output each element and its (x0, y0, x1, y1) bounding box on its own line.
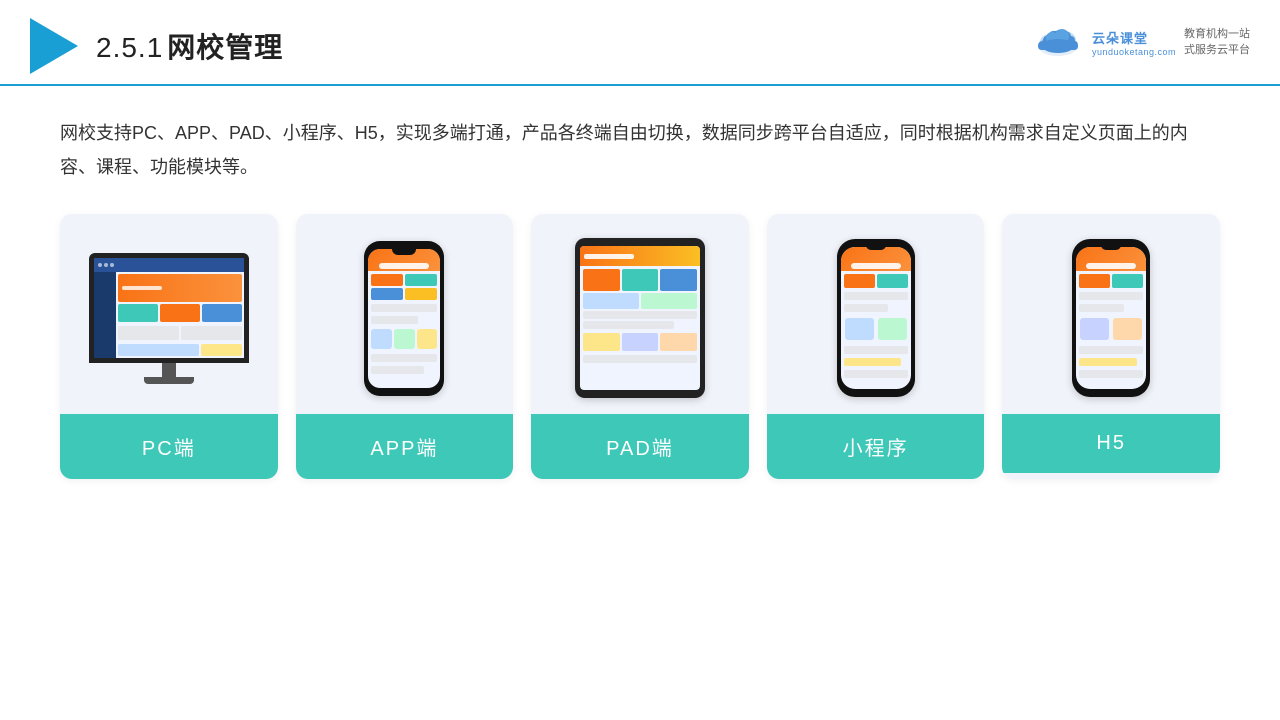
card-pc-image (60, 214, 278, 414)
card-h5-label: H5 (1002, 414, 1220, 473)
brand-logo: 云朵课堂 yunduoketang.com 教育机构一站 式服务云平台 (1032, 24, 1250, 60)
card-pc: PC端 (60, 214, 278, 479)
device-cards-row: PC端 (60, 214, 1220, 479)
card-h5: H5 (1002, 214, 1220, 479)
card-pad-label: PAD端 (531, 414, 749, 479)
card-h5-image (1002, 214, 1220, 414)
brand-slogan: 教育机构一站 式服务云平台 (1184, 26, 1250, 59)
mini-program-phone-icon (837, 239, 915, 397)
h5-phone-icon (1072, 239, 1150, 397)
card-mini-program-image (767, 214, 985, 414)
pc-monitor-icon (89, 253, 249, 384)
app-phone-icon (364, 241, 444, 396)
card-app-image (296, 214, 514, 414)
pad-tablet-icon (575, 238, 705, 398)
logo-triangle-icon (30, 18, 78, 74)
brand-url: yunduoketang.com (1092, 47, 1176, 57)
card-app-label: APP端 (296, 414, 514, 479)
title-text: 网校管理 (167, 32, 283, 63)
card-mini-program-label: 小程序 (767, 414, 985, 479)
card-pc-label: PC端 (60, 414, 278, 479)
brand-name: 云朵课堂 (1092, 28, 1176, 47)
slide-number: 2.5.1 (96, 32, 163, 63)
main-content: 网校支持PC、APP、PAD、小程序、H5，实现多端打通，产品各终端自由切换，数… (0, 86, 1280, 509)
card-mini-program: 小程序 (767, 214, 985, 479)
page-header: 2.5.1网校管理 云朵课堂 yunduoketang.com 教育机构一站 式… (0, 0, 1280, 86)
brand-slogan-line1: 教育机构一站 (1184, 26, 1250, 43)
card-app: APP端 (296, 214, 514, 479)
page-title: 2.5.1网校管理 (96, 26, 283, 66)
description-text: 网校支持PC、APP、PAD、小程序、H5，实现多端打通，产品各终端自由切换，数… (60, 116, 1220, 184)
card-pad-image (531, 214, 749, 414)
brand-text-group: 云朵课堂 yunduoketang.com (1092, 28, 1176, 57)
cloud-icon (1032, 24, 1084, 60)
card-pad: PAD端 (531, 214, 749, 479)
brand-slogan-line2: 式服务云平台 (1184, 42, 1250, 59)
